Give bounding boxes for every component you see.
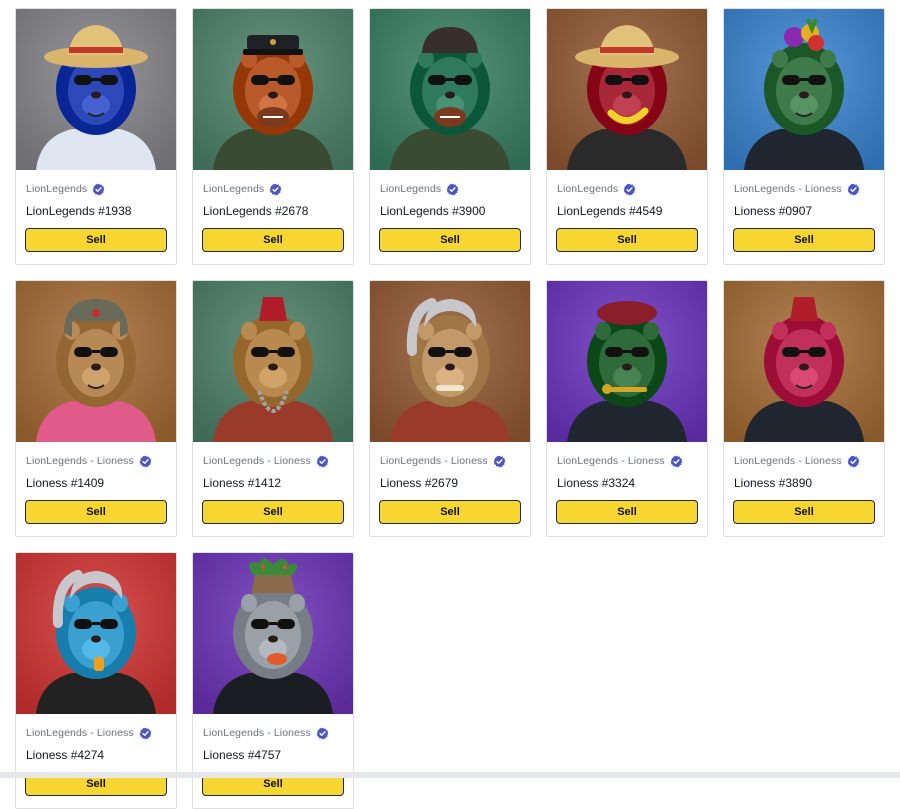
nft-name: Lioness #4274: [26, 748, 105, 762]
collection-name[interactable]: LionLegends: [557, 183, 618, 195]
nft-card[interactable]: LionLegends - Lioness Lioness #3890 Sell: [723, 280, 885, 537]
nft-card[interactable]: LionLegends - Lioness Lioness #1412 Sell: [192, 280, 354, 537]
nft-card[interactable]: LionLegends - Lioness Lioness #4757 Sell: [192, 552, 354, 809]
collection-name[interactable]: LionLegends - Lioness: [380, 455, 488, 467]
nft-image[interactable]: [547, 9, 707, 170]
collection-name[interactable]: LionLegends - Lioness: [734, 183, 842, 195]
nft-card[interactable]: LionLegends - Lioness Lioness #1409 Sell: [15, 280, 177, 537]
sell-button[interactable]: Sell: [556, 228, 698, 252]
nft-image[interactable]: [193, 281, 353, 442]
nft-card[interactable]: LionLegends - Lioness Lioness #0907 Sell: [723, 8, 885, 265]
verified-badge-icon: [623, 183, 636, 195]
collection-row: LionLegends - Lioness: [26, 726, 152, 740]
collection-name[interactable]: LionLegends: [203, 183, 264, 195]
nft-name: Lioness #1409: [26, 476, 105, 490]
collection-name[interactable]: LionLegends: [380, 183, 441, 195]
verified-badge-icon: [139, 455, 152, 467]
collection-row: LionLegends - Lioness: [734, 182, 860, 196]
sell-button[interactable]: Sell: [25, 228, 167, 252]
collection-row: LionLegends - Lioness: [26, 454, 152, 468]
nft-card[interactable]: LionLegends LionLegends #4549 Sell: [546, 8, 708, 265]
collection-name[interactable]: LionLegends - Lioness: [734, 455, 842, 467]
nft-card[interactable]: LionLegends - Lioness Lioness #2679 Sell: [369, 280, 531, 537]
nft-name: Lioness #3324: [557, 476, 636, 490]
verified-badge-icon: [139, 727, 152, 739]
collection-name[interactable]: LionLegends - Lioness: [557, 455, 665, 467]
nft-card[interactable]: LionLegends - Lioness Lioness #4274 Sell: [15, 552, 177, 809]
sell-button[interactable]: Sell: [202, 228, 344, 252]
nft-image[interactable]: [193, 9, 353, 170]
nft-image[interactable]: [370, 9, 530, 170]
nft-name: LionLegends #2678: [203, 204, 309, 218]
sell-button[interactable]: Sell: [379, 500, 521, 524]
nft-name: LionLegends #4549: [557, 204, 663, 218]
verified-badge-icon: [92, 183, 105, 195]
nft-name: Lioness #4757: [203, 748, 282, 762]
nft-card[interactable]: LionLegends LionLegends #2678 Sell: [192, 8, 354, 265]
collection-row: LionLegends - Lioness: [203, 454, 329, 468]
nft-image[interactable]: [193, 553, 353, 714]
sell-button[interactable]: Sell: [733, 228, 875, 252]
nft-image[interactable]: [547, 281, 707, 442]
nft-name: Lioness #3890: [734, 476, 813, 490]
sell-button[interactable]: Sell: [556, 500, 698, 524]
verified-badge-icon: [269, 183, 282, 195]
verified-badge-icon: [316, 727, 329, 739]
collection-row: LionLegends: [557, 182, 636, 196]
verified-badge-icon: [670, 455, 683, 467]
nft-grid: LionLegends LionLegends #1938 Sell LionL…: [0, 0, 900, 809]
collection-row: LionLegends - Lioness: [734, 454, 860, 468]
nft-image[interactable]: [16, 9, 176, 170]
nft-card[interactable]: LionLegends LionLegends #3900 Sell: [369, 8, 531, 265]
verified-badge-icon: [446, 183, 459, 195]
collection-row: LionLegends: [380, 182, 459, 196]
nft-name: LionLegends #3900: [380, 204, 486, 218]
nft-image[interactable]: [724, 9, 884, 170]
verified-badge-icon: [316, 455, 329, 467]
page-bottom-edge: [0, 772, 900, 778]
collection-row: LionLegends: [203, 182, 282, 196]
sell-button[interactable]: Sell: [25, 500, 167, 524]
nft-image[interactable]: [16, 553, 176, 714]
collection-row: LionLegends: [26, 182, 105, 196]
collection-name[interactable]: LionLegends - Lioness: [26, 455, 134, 467]
collection-row: LionLegends - Lioness: [203, 726, 329, 740]
nft-name: Lioness #2679: [380, 476, 459, 490]
nft-image[interactable]: [724, 281, 884, 442]
collection-name[interactable]: LionLegends - Lioness: [26, 727, 134, 739]
nft-card[interactable]: LionLegends LionLegends #1938 Sell: [15, 8, 177, 265]
sell-button[interactable]: Sell: [733, 500, 875, 524]
verified-badge-icon: [847, 183, 860, 195]
collection-name[interactable]: LionLegends - Lioness: [203, 727, 311, 739]
nft-image[interactable]: [370, 281, 530, 442]
nft-card[interactable]: LionLegends - Lioness Lioness #3324 Sell: [546, 280, 708, 537]
collection-row: LionLegends - Lioness: [557, 454, 683, 468]
sell-button[interactable]: Sell: [202, 500, 344, 524]
sell-button[interactable]: Sell: [379, 228, 521, 252]
nft-name: Lioness #0907: [734, 204, 813, 218]
collection-name[interactable]: LionLegends: [26, 183, 87, 195]
nft-image[interactable]: [16, 281, 176, 442]
verified-badge-icon: [847, 455, 860, 467]
verified-badge-icon: [493, 455, 506, 467]
nft-name: LionLegends #1938: [26, 204, 132, 218]
nft-name: Lioness #1412: [203, 476, 282, 490]
collection-name[interactable]: LionLegends - Lioness: [203, 455, 311, 467]
collection-row: LionLegends - Lioness: [380, 454, 506, 468]
